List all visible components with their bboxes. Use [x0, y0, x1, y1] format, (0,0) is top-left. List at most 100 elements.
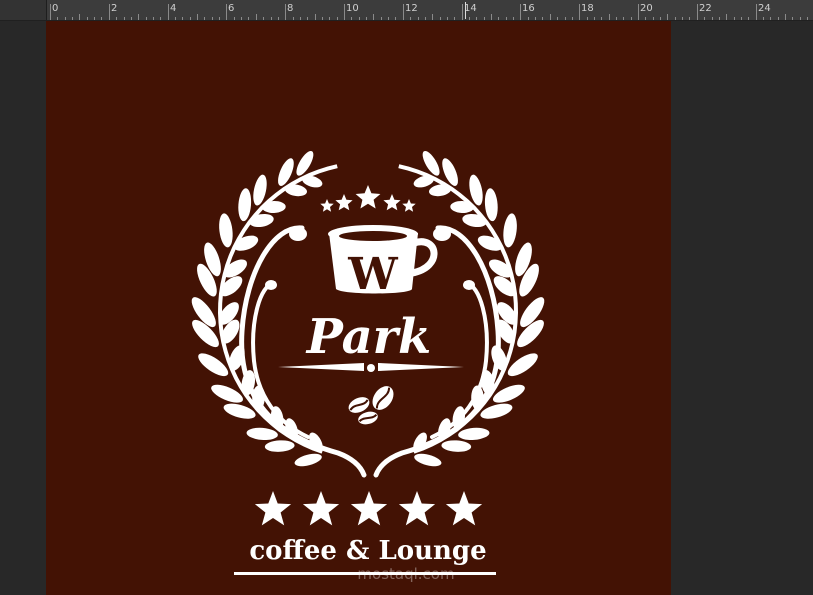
ruler-minor-tick [57, 17, 58, 20]
ruler-tick [315, 14, 316, 20]
ruler-minor-tick [263, 17, 264, 20]
ruler-minor-tick [307, 17, 308, 20]
ruler-minor-tick [410, 17, 411, 20]
ruler-label: 0 [52, 3, 59, 14]
star-icon [398, 491, 436, 526]
ruler-tick [667, 14, 668, 20]
ruler-minor-tick [160, 17, 161, 20]
ruler-minor-tick [565, 17, 566, 20]
star-icon [383, 194, 401, 211]
laurel-leaf [219, 213, 233, 248]
ruler-minor-tick [425, 17, 426, 20]
ruler-tick [756, 4, 757, 20]
top-star-row-icon [320, 185, 416, 212]
ruler-minor-tick [395, 17, 396, 20]
ruler-tick [432, 14, 433, 20]
ruler-minor-tick [616, 17, 617, 20]
ruler-minor-tick [535, 17, 536, 20]
ruler-minor-tick [146, 17, 147, 20]
ruler-minor-tick [72, 17, 73, 20]
ruler-tick [373, 14, 374, 20]
star-icon [350, 491, 388, 526]
ruler-minor-tick [476, 17, 477, 20]
ruler-tick [168, 4, 169, 20]
horizontal-ruler[interactable]: 0 2 4 6 8 10 12 14 16 18 20 22 24 [0, 0, 813, 21]
watermark-text: mostaql.com [357, 565, 454, 583]
laurel-leaf [458, 427, 490, 441]
ruler-tick [520, 4, 521, 20]
ruler-tick [550, 14, 551, 20]
ruler-minor-tick [682, 17, 683, 20]
ruler-minor-tick [212, 17, 213, 20]
ruler-minor-tick [366, 17, 367, 20]
ruler-minor-tick [124, 17, 125, 20]
tagline: coffee & Lounge [249, 536, 486, 566]
ruler-minor-tick [484, 17, 485, 20]
star-icon [355, 185, 381, 209]
laurel-leaf [264, 440, 295, 452]
ruler-minor-tick [131, 17, 132, 20]
ruler-minor-tick [675, 17, 676, 20]
ruler-minor-tick [190, 17, 191, 20]
ruler-label: 12 [405, 3, 418, 14]
ruler-tick [491, 14, 492, 20]
laurel-leaf [233, 235, 259, 251]
ruler-tick [79, 14, 80, 20]
ruler-minor-tick [704, 17, 705, 20]
ruler-tick [285, 4, 286, 20]
laurel-leaf [238, 188, 252, 222]
ruler-minor-tick [712, 17, 713, 20]
laurel-leaf [294, 453, 322, 467]
star-icon [402, 199, 416, 212]
ruler-minor-tick [322, 17, 323, 20]
ruler-minor-tick [381, 17, 382, 20]
ruler-label: 18 [581, 3, 594, 14]
ruler-minor-tick [101, 17, 102, 20]
workspace-background [671, 21, 813, 595]
ruler-minor-tick [271, 17, 272, 20]
ruler-minor-tick [388, 17, 389, 20]
bottom-star-row-icon [254, 491, 483, 526]
ruler-tick [226, 4, 227, 20]
laurel-leaf [503, 213, 517, 248]
ruler-minor-tick [182, 17, 183, 20]
ruler-minor-tick [792, 17, 793, 20]
ruler-tick [638, 4, 639, 20]
ruler-minor-tick [454, 17, 455, 20]
ruler-minor-tick [660, 17, 661, 20]
ruler-minor-tick [734, 17, 735, 20]
ruler-label: 24 [758, 3, 771, 14]
ruler-label: 8 [287, 3, 294, 14]
ruler-minor-tick [219, 17, 220, 20]
ruler-minor-tick [329, 17, 330, 20]
ruler-label: 6 [228, 3, 235, 14]
ruler-tick [256, 14, 257, 20]
ruler-minor-tick [807, 17, 808, 20]
ruler-label: 4 [170, 3, 177, 14]
ruler-tick [462, 4, 463, 20]
ruler-tick [344, 4, 345, 20]
star-icon [302, 491, 340, 526]
star-icon [445, 491, 483, 526]
ruler-label: 2 [111, 3, 118, 14]
ruler-corner[interactable] [0, 0, 47, 20]
coffee-beans-icon [348, 386, 394, 425]
laurel-leaf [414, 453, 442, 467]
ruler-minor-tick [418, 17, 419, 20]
ruler-minor-tick [234, 17, 235, 20]
ruler-tick [726, 14, 727, 20]
ruler-minor-tick [359, 17, 360, 20]
ruler-minor-tick [645, 17, 646, 20]
ruler-minor-tick [87, 17, 88, 20]
ruler-minor-tick [542, 17, 543, 20]
ruler-tick [50, 4, 51, 20]
laurel-leaf [441, 440, 472, 452]
artboard[interactable]: W Park coffee & Lounge mostaql.com [46, 21, 671, 595]
ruler-minor-tick [153, 17, 154, 20]
ruler-minor-tick [351, 17, 352, 20]
ruler-minor-tick [447, 17, 448, 20]
ruler-minor-tick [204, 17, 205, 20]
ruler-tick [197, 14, 198, 20]
ruler-minor-tick [601, 17, 602, 20]
ruler-minor-tick [293, 17, 294, 20]
